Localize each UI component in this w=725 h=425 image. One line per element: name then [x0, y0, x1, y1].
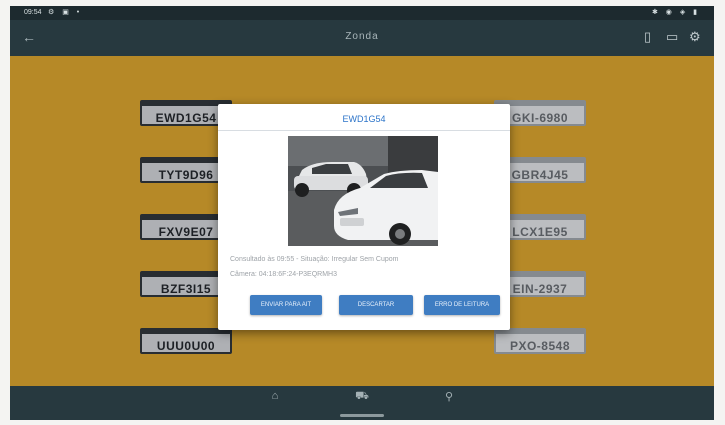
bottom-navigation: ⌂ ⛟ ⚲	[10, 386, 714, 420]
home-indicator	[340, 414, 384, 417]
dialog-divider	[218, 130, 510, 131]
status-notification-icons: ⚙ ▣ •	[48, 9, 83, 16]
app-bar: ← Zonda ▯ ▭ ⚙	[10, 20, 714, 56]
plate-detail-dialog: EWD1G54 Consultado às 09:55 - Situação: …	[218, 104, 510, 330]
chat-icon[interactable]: ▭	[666, 29, 678, 45]
home-icon: ⌂	[271, 390, 279, 402]
settings-icon[interactable]: ⚙	[689, 29, 701, 45]
query-status-text: Consultado às 09:55 - Situação: Irregula…	[230, 256, 399, 263]
dialog-title: EWD1G54	[342, 114, 386, 124]
status-system-icons: ✱ ◉ ◈ ▮	[651, 9, 700, 16]
car-icon: ⛟	[355, 390, 369, 402]
nav-item-vehicles[interactable]: ⛟	[317, 390, 407, 404]
app-title: Zonda	[345, 31, 379, 42]
send-to-ait-button[interactable]: ENVIAR PARA AIT	[250, 295, 322, 315]
tablet-screen: 09:54 ⚙ ▣ • ✱ ◉ ◈ ▮ ← Zonda ▯ ▭ ⚙ EWD1G5…	[10, 6, 714, 420]
status-time: 09:54	[24, 9, 42, 16]
status-bar: 09:54 ⚙ ▣ • ✱ ◉ ◈ ▮	[10, 6, 714, 20]
camera-info-text: Câmera: 04:18:6F:24-P3EQRMH3	[230, 271, 337, 278]
read-error-button[interactable]: ERRO DE LEITURA	[424, 295, 500, 315]
nav-item-home[interactable]: ⌂	[230, 390, 320, 402]
nav-item-location[interactable]: ⚲	[404, 390, 494, 403]
camera-photo	[288, 136, 438, 246]
discard-button[interactable]: DESCARTAR	[339, 295, 413, 315]
tablet-icon[interactable]: ▯	[644, 29, 651, 45]
location-pin-icon: ⚲	[444, 391, 454, 403]
camera-photo-image	[288, 136, 438, 246]
